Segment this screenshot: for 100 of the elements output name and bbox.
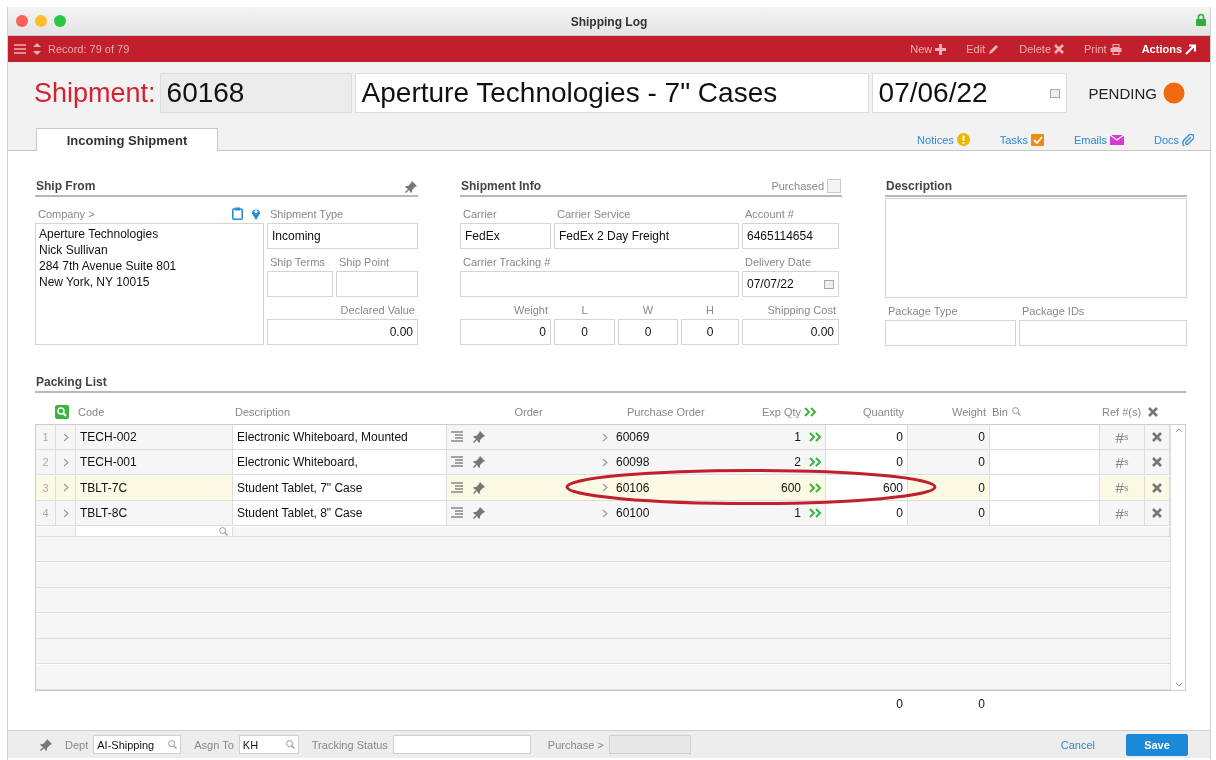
- row-number: 1: [36, 425, 56, 450]
- paperclip-icon: [1182, 133, 1194, 146]
- double-chevron-icon[interactable]: [808, 482, 822, 493]
- clipboard-icon[interactable]: [232, 207, 243, 220]
- bin-field[interactable]: [990, 501, 1100, 527]
- tab[interactable]: Incoming Shipment: [36, 128, 218, 151]
- list-icon[interactable]: [451, 431, 463, 443]
- input-field[interactable]: 0: [618, 319, 678, 345]
- dept-field[interactable]: AI-Shipping: [93, 735, 182, 754]
- plus-icon: [935, 43, 947, 55]
- close-icon[interactable]: [16, 15, 28, 27]
- quantity-field[interactable]: 0: [826, 425, 908, 450]
- date-field[interactable]: 07/06/22: [871, 73, 1067, 113]
- pin-icon[interactable]: [473, 481, 485, 494]
- input-field[interactable]: 0: [681, 319, 739, 345]
- calendar-icon[interactable]: [1049, 88, 1060, 98]
- scrollbar[interactable]: [1170, 425, 1185, 690]
- list-icon[interactable]: [451, 456, 463, 469]
- chevron-right-icon[interactable]: [62, 432, 69, 442]
- address-field[interactable]: Aperture Technologies Nick Sullivan 284 7th Avenue Suite 801 New York, NY 10015: [35, 223, 264, 345]
- location-pin-icon[interactable]: [251, 207, 261, 220]
- save-button[interactable]: Save: [1126, 733, 1188, 756]
- pin-icon[interactable]: [40, 738, 52, 751]
- description-field[interactable]: [885, 198, 1187, 298]
- caret-down-icon[interactable]: [1175, 682, 1183, 687]
- list-icon[interactable]: [451, 481, 463, 494]
- input-field[interactable]: [460, 271, 739, 297]
- input-field[interactable]: Incoming: [267, 223, 418, 249]
- checkbox[interactable]: [827, 179, 841, 193]
- field-label[interactable]: Company >: [38, 208, 95, 220]
- delete-icon[interactable]: [1152, 508, 1162, 519]
- search-icon[interactable]: [285, 740, 295, 749]
- input-field[interactable]: 0: [554, 319, 615, 345]
- double-chevron-icon[interactable]: [808, 508, 822, 519]
- column-header: Order: [513, 405, 544, 418]
- delete-icon[interactable]: [1148, 406, 1158, 417]
- bin-field[interactable]: [990, 450, 1100, 476]
- table-cell: 1: [745, 425, 805, 450]
- input-field[interactable]: FedEx 2 Day Freight: [554, 223, 739, 249]
- field-label: L: [580, 304, 589, 318]
- toolbar-button[interactable]: Actions: [1141, 43, 1196, 55]
- table-cell: 2: [745, 450, 805, 476]
- field-label: Carrier Service: [556, 208, 632, 222]
- field-label: Carrier Tracking #: [462, 256, 552, 270]
- input-field[interactable]: 6465114654: [742, 223, 839, 249]
- search-icon[interactable]: [55, 404, 69, 419]
- column-header: Description: [234, 405, 292, 418]
- delete-icon[interactable]: [1152, 482, 1162, 493]
- quantity-field[interactable]: 0: [826, 450, 908, 476]
- double-chevron-icon[interactable]: [808, 457, 822, 468]
- field-label: Shipping Cost: [766, 304, 837, 318]
- chevron-right-icon[interactable]: [602, 483, 608, 493]
- chevron-right-icon[interactable]: [602, 432, 608, 442]
- input-field[interactable]: [336, 271, 418, 297]
- search-field[interactable]: [76, 526, 233, 538]
- chevron-right-icon[interactable]: [602, 457, 608, 467]
- chevron-right-icon[interactable]: [62, 508, 69, 518]
- bin-field[interactable]: [990, 475, 1100, 501]
- input-field[interactable]: 0: [460, 319, 551, 345]
- chevron-right-icon[interactable]: [62, 457, 69, 467]
- tracking-status-field[interactable]: [392, 735, 531, 754]
- search-icon[interactable]: [168, 740, 178, 749]
- input-field[interactable]: 0.00: [267, 319, 418, 345]
- table-cell: 60098: [616, 455, 650, 470]
- chevron-right-icon[interactable]: [62, 483, 69, 493]
- list-icon[interactable]: [451, 507, 463, 520]
- field-label: H: [705, 304, 715, 318]
- menu-icon[interactable]: [14, 44, 26, 54]
- shipment-title-field[interactable]: Aperture Technologies - 7" Cases: [354, 73, 869, 113]
- input-field[interactable]: [1019, 320, 1187, 346]
- input-field[interactable]: [885, 320, 1016, 346]
- field-label: Delivery Date: [744, 256, 813, 270]
- window-title: Shipping Log: [570, 15, 648, 29]
- input-field[interactable]: 07/07/22: [742, 271, 839, 297]
- input-field[interactable]: 0.00: [742, 319, 839, 345]
- search-icon[interactable]: [1011, 407, 1021, 416]
- delete-icon[interactable]: [1152, 432, 1162, 442]
- caret-up-icon[interactable]: [1175, 428, 1183, 433]
- minimize-icon[interactable]: [35, 15, 47, 27]
- double-chevron-icon[interactable]: [808, 432, 822, 442]
- table-cell: TBLT-8C: [76, 501, 233, 527]
- input-field[interactable]: FedEx: [460, 223, 551, 249]
- assign-field[interactable]: KH: [238, 735, 299, 754]
- shipment-number-field: 60168: [159, 73, 352, 113]
- zoom-icon[interactable]: [54, 15, 66, 27]
- delete-icon[interactable]: [1152, 457, 1162, 468]
- pin-icon[interactable]: [473, 431, 485, 443]
- pin-icon[interactable]: [473, 507, 485, 520]
- pin-icon[interactable]: [405, 181, 417, 193]
- row-number: 3: [36, 475, 56, 501]
- pin-icon[interactable]: [473, 456, 485, 469]
- double-chevron-icon[interactable]: [804, 406, 817, 417]
- bin-field[interactable]: [990, 425, 1100, 450]
- column-header: Purchase Order: [626, 405, 706, 418]
- calendar-icon[interactable]: [824, 279, 834, 289]
- up-down-arrows-icon[interactable]: [32, 42, 42, 56]
- search-icon[interactable]: [219, 527, 228, 537]
- quantity-field[interactable]: 0: [826, 501, 908, 527]
- chevron-right-icon[interactable]: [602, 508, 608, 518]
- input-field[interactable]: [267, 271, 333, 297]
